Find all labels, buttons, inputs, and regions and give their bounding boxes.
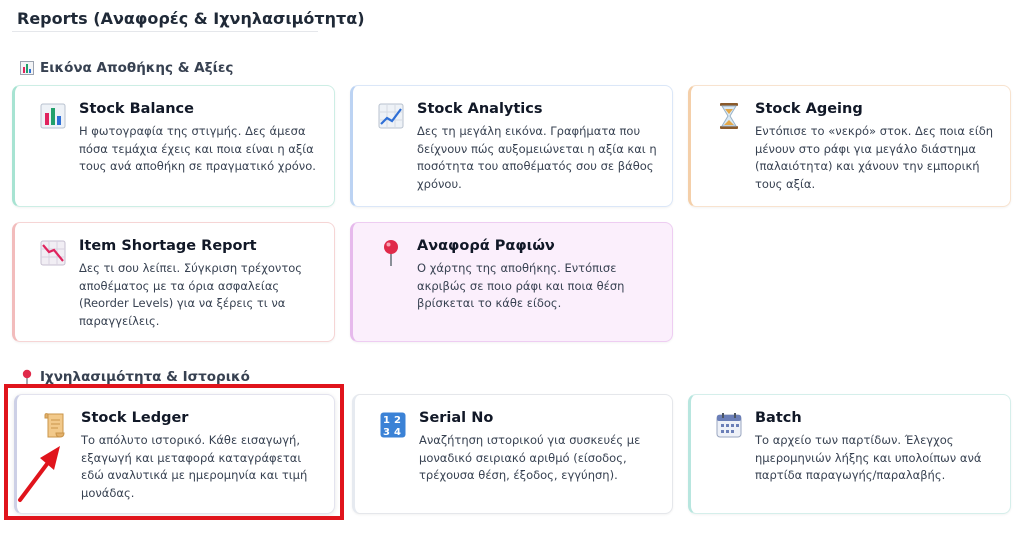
card-title: Stock Analytics	[417, 101, 543, 117]
card-item-shortage-report[interactable]: Item Shortage Report Δες τι σου λείπει. …	[12, 222, 335, 342]
svg-text:1: 1	[383, 415, 390, 426]
section-title-stock-overview: Εικόνα Αποθήκης & Αξίες	[19, 60, 233, 76]
line-chart-icon	[377, 102, 405, 130]
card-title: Serial No	[419, 410, 494, 426]
card-shelf-report[interactable]: Αναφορά Ραφιών Ο χάρτης της αποθήκης. Εν…	[350, 222, 673, 342]
card-description: Το αρχείο των παρτίδων. Έλεγχος ημερομην…	[755, 433, 982, 482]
card-description: Εντόπισε το «νεκρό» στοκ. Δες ποια είδη …	[755, 124, 994, 191]
card-stock-ageing[interactable]: Stock Ageing Εντόπισε το «νεκρό» στοκ. Δ…	[688, 85, 1011, 207]
card-description: Αναζήτηση ιστορικού για συσκευές με μονα…	[419, 433, 641, 482]
title-divider	[12, 31, 318, 32]
section-title-text: Ιχνηλασιμότητα & Ιστορικό	[40, 369, 250, 385]
card-title: Stock Balance	[79, 101, 194, 117]
numbers-icon: 1234	[379, 411, 407, 439]
section-title-traceability: Ιχνηλασιμότητα & Ιστορικό	[19, 369, 250, 385]
card-stock-ledger[interactable]: Stock Ledger Το απόλυτο ιστορικό. Κάθε ε…	[14, 394, 335, 514]
card-title: Item Shortage Report	[79, 238, 257, 254]
round-pushpin-icon	[377, 239, 405, 267]
declining-chart-icon	[39, 239, 67, 267]
bar-chart-icon	[19, 60, 35, 76]
card-description: Το απόλυτο ιστορικό. Κάθε εισαγωγή, εξαγ…	[81, 433, 308, 500]
card-description: Ο χάρτης της αποθήκης. Εντόπισε ακριβώς …	[417, 261, 625, 310]
calendar-icon	[715, 411, 743, 439]
card-title: Stock Ageing	[755, 101, 863, 117]
card-batch[interactable]: Batch Το αρχείο των παρτίδων. Έλεγχος ημ…	[688, 394, 1011, 514]
card-description: Δες τι σου λείπει. Σύγκριση τρέχοντος απ…	[79, 261, 303, 328]
card-serial-no[interactable]: 1234 Serial No Αναζήτηση ιστορικού για σ…	[352, 394, 673, 514]
svg-text:2: 2	[394, 415, 401, 426]
card-title: Stock Ledger	[81, 410, 189, 426]
svg-text:3: 3	[383, 427, 390, 438]
section-title-text: Εικόνα Αποθήκης & Αξίες	[40, 60, 234, 76]
card-stock-analytics[interactable]: Stock Analytics Δες τη μεγάλη εικόνα. Γρ…	[350, 85, 673, 207]
scroll-icon	[41, 411, 69, 439]
hourglass-icon	[715, 102, 743, 130]
bar-chart-icon	[39, 102, 67, 130]
page-title: Reports (Αναφορές & Ιχνηλασιμότητα)	[17, 9, 365, 28]
card-title: Batch	[755, 410, 802, 426]
pushpin-icon	[19, 369, 35, 385]
card-stock-balance[interactable]: Stock Balance Η φωτογραφία της στιγμής. …	[12, 85, 335, 207]
svg-text:4: 4	[394, 427, 401, 438]
card-description: Δες τη μεγάλη εικόνα. Γραφήματα που δείχ…	[417, 124, 657, 191]
card-title: Αναφορά Ραφιών	[417, 238, 555, 254]
card-description: Η φωτογραφία της στιγμής. Δες άμεσα πόσα…	[79, 124, 316, 173]
